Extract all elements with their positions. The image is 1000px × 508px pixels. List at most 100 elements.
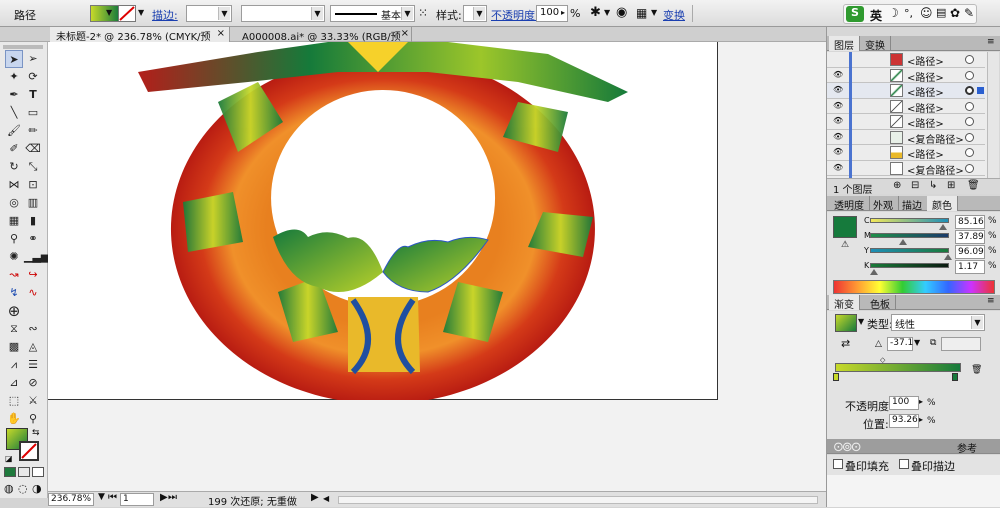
stroke-link[interactable]: 描边: (152, 7, 178, 23)
scale-tool-icon[interactable]: ⤡ (24, 158, 42, 176)
sparkle-settings-icon[interactable]: ✱ (590, 5, 601, 20)
eye-icon[interactable]: 👁 (833, 148, 843, 156)
panel-menu-icon[interactable]: ≡ (987, 37, 995, 47)
chart-line-tool-icon[interactable]: ⩘ (5, 356, 23, 374)
rectangle-tool-icon[interactable]: ▭ (24, 104, 42, 122)
slider-track[interactable] (870, 218, 949, 223)
tab-layers[interactable]: 图层 (829, 36, 860, 52)
moon-icon[interactable]: ☽ (888, 6, 899, 20)
new-sublayer-icon[interactable]: ↳ (929, 180, 937, 191)
artboard[interactable] (48, 42, 718, 404)
aspect-ratio-field[interactable] (941, 337, 981, 351)
magenta-value-field[interactable]: 37.89 (955, 230, 985, 244)
target-circle-icon[interactable] (965, 101, 974, 111)
crosshair-tool-icon[interactable]: ⊕ (5, 302, 23, 320)
tab-document-2[interactable]: A000008.ai* @ 33.33% (RGB/预览) × (236, 27, 412, 58)
tab-appearance[interactable]: 外观 (868, 196, 899, 212)
wreath-artwork[interactable] (48, 42, 718, 404)
stroke-dropdown-icon[interactable]: ▼ (138, 8, 144, 17)
artboard-tool-icon[interactable]: ⬚ (5, 392, 23, 410)
stop-location-field[interactable]: 93.26 (889, 414, 919, 428)
symbol-sprayer-tool-icon[interactable]: ✺ (5, 248, 23, 266)
warp-tool-icon[interactable]: ∾ (24, 320, 42, 338)
align-icon[interactable]: ▦ (636, 6, 647, 20)
target-circle-icon[interactable] (965, 163, 974, 173)
bottom-knot[interactable] (348, 297, 420, 375)
target-circle-icon[interactable] (965, 117, 974, 126)
align-dropdown-icon[interactable]: ▼ (651, 8, 657, 17)
layer-name[interactable]: <路径> (907, 53, 944, 68)
zoom-field[interactable]: 236.78% (48, 493, 94, 506)
swap-colors-icon[interactable]: ⇆ (32, 428, 40, 438)
stop-opacity-field[interactable]: 100 (889, 396, 919, 410)
eye-icon[interactable]: 👁 (833, 86, 843, 94)
eye-icon[interactable]: 👁 (833, 70, 843, 79)
shaper-tool-icon[interactable]: ↝ (5, 266, 23, 284)
stroke-swatch[interactable] (118, 5, 136, 22)
gradient-slider-bar[interactable] (835, 363, 961, 372)
selection-indicator-icon[interactable] (977, 87, 984, 94)
pen-tool-icon[interactable]: ✒ (5, 86, 23, 104)
pen-variant-tool-icon[interactable]: ↯ (5, 284, 23, 302)
eye-icon[interactable]: 👁 (833, 132, 843, 141)
fill-swatch[interactable] (90, 5, 120, 22)
color-mode-icon[interactable] (4, 467, 16, 477)
zoom-dropdown-icon[interactable]: ▼ (98, 492, 105, 502)
paintbrush-tool-icon[interactable]: 🖌 (5, 122, 23, 140)
clipping-mask-icon[interactable]: ⊟ (911, 180, 919, 191)
transform-link[interactable]: 变换 (663, 7, 685, 23)
delete-stop-icon[interactable]: 🗑 (971, 365, 982, 375)
tab-swatches[interactable]: 色板 (865, 295, 896, 311)
tab-transparency[interactable]: 透明度 (829, 196, 870, 212)
target-circle-icon[interactable] (965, 132, 974, 142)
slider-track[interactable] (870, 263, 949, 268)
first-artboard-icon[interactable]: ⏮ (108, 492, 117, 503)
width-tool-icon[interactable]: ⋈ (5, 176, 23, 194)
draw-normal-icon[interactable]: ◍ (4, 482, 14, 495)
slider-thumb[interactable] (870, 269, 878, 275)
layers-list[interactable]: <路径> 👁 <路径> 👁 <路径> 👁 <路径> 👁 <路径> 👁 <复合路径> 👁 <路… (827, 52, 987, 178)
selection-tool-icon[interactable]: ➤ (5, 50, 23, 68)
fill-dropdown-icon[interactable]: ▼ (106, 8, 112, 17)
curvature-tool-icon[interactable]: ↪ (24, 266, 42, 284)
blend-tool-icon[interactable]: ⚭ (24, 230, 42, 248)
draw-behind-icon[interactable]: ◌ (18, 482, 28, 495)
rotate-tool-icon[interactable]: ↻ (5, 158, 23, 176)
brush-definition-dropdown[interactable]: 基本 ▼ (330, 5, 415, 22)
punctuation-icon[interactable]: °, (904, 7, 913, 20)
target-circle-icon[interactable] (965, 55, 974, 64)
envelope-tool-icon[interactable]: ⧖ (5, 320, 23, 338)
overprint-fill-checkbox[interactable] (833, 459, 843, 469)
none-mode-icon[interactable] (32, 467, 44, 477)
color-spectrum-bar[interactable] (833, 280, 995, 294)
emoji-icon[interactable]: ☺ (920, 6, 933, 20)
new-layer-icon[interactable]: ⊞ (947, 180, 955, 191)
stroke-weight-field[interactable]: ▼ (186, 5, 232, 22)
grid-tool-icon[interactable]: ▩ (5, 338, 23, 356)
stop-opacity-arrow-icon[interactable]: ▸ (919, 397, 923, 406)
eye-icon[interactable]: 👁 (833, 163, 843, 172)
wrench-icon[interactable]: ✎ (964, 6, 974, 20)
tab-gradient[interactable]: 渐变 (829, 295, 860, 311)
angle-dropdown-icon[interactable]: ▼ (914, 338, 920, 347)
gradient-type-select[interactable]: 线性 ▼ (891, 314, 985, 331)
skin-icon[interactable]: ✿ (950, 6, 960, 20)
slider-track[interactable] (870, 248, 949, 253)
variable-width-dropdown[interactable]: ▼ (241, 5, 325, 22)
measure-tool-icon[interactable]: ⊿ (5, 374, 23, 392)
ime-mode-label[interactable]: 英 (870, 7, 882, 24)
magic-wand-tool-icon[interactable]: ✦ (5, 68, 23, 86)
close-icon[interactable]: × (401, 28, 409, 39)
sogou-logo-icon[interactable]: S (846, 6, 864, 22)
tab-stroke[interactable]: 描边 (897, 196, 928, 212)
gradient-tool-icon[interactable]: ▮ (24, 212, 42, 230)
default-colors-icon[interactable]: ◪ (5, 454, 13, 463)
gradient-preview-swatch[interactable] (835, 314, 857, 332)
target-circle-icon[interactable] (965, 70, 974, 80)
delete-layer-icon[interactable]: 🗑 (967, 180, 980, 191)
eraser-tool-icon[interactable]: ⌫ (24, 140, 42, 158)
smooth-tool-icon[interactable]: ∿ (24, 284, 42, 302)
reverse-gradient-icon[interactable]: ⇄ (841, 337, 850, 350)
status-menu-icon[interactable]: ▶ (311, 492, 319, 503)
yellow-value-field[interactable]: 96.09 (955, 245, 985, 259)
